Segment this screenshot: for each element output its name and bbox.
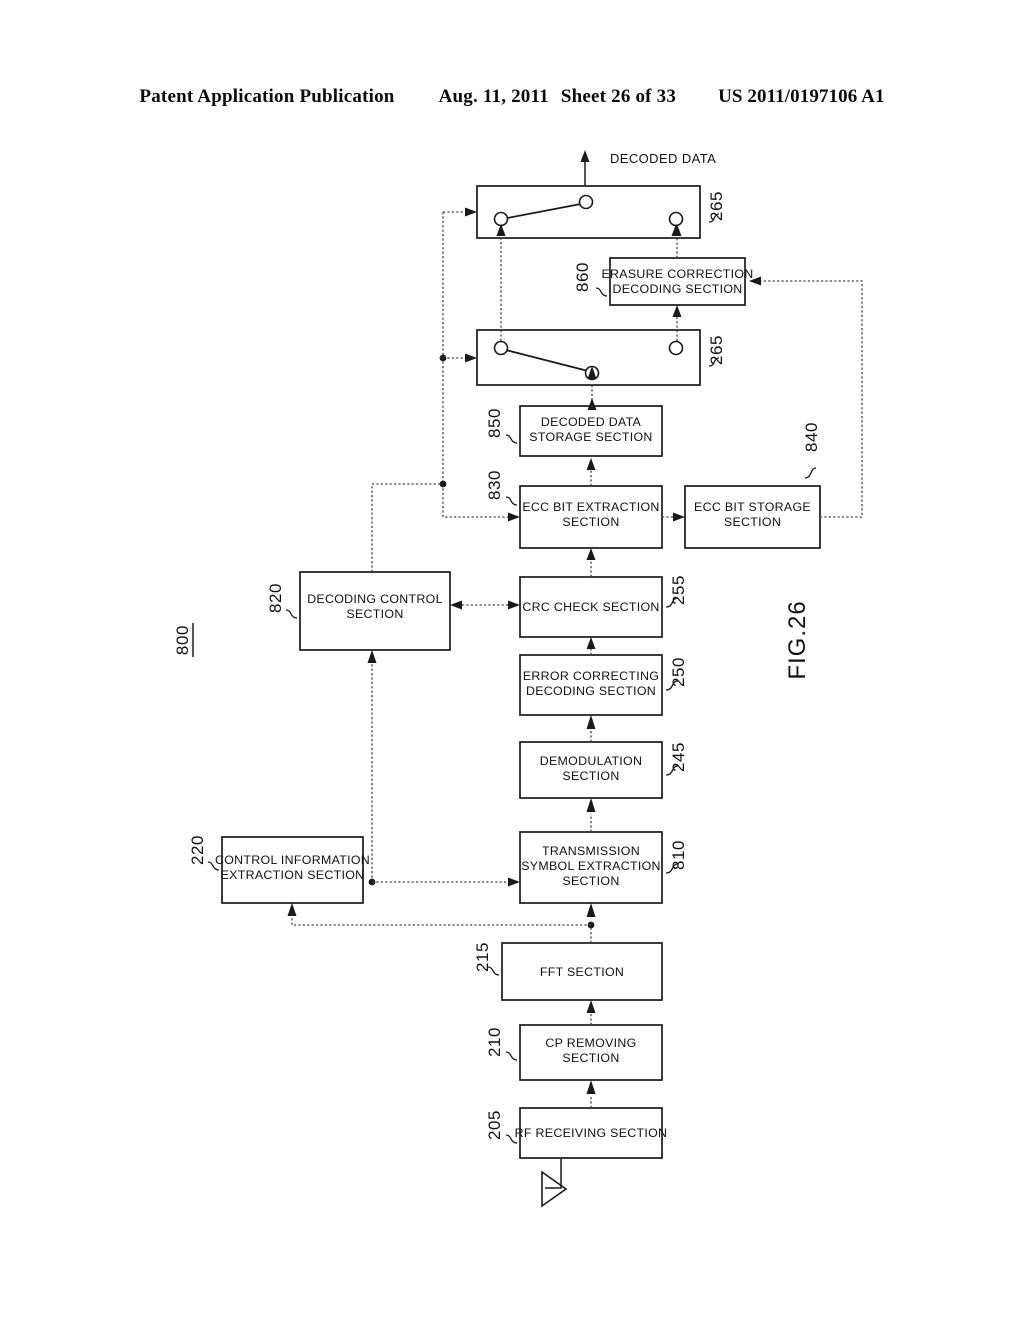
- svg-text:SECTION: SECTION: [346, 607, 403, 621]
- block-crc-check-section[interactable]: CRC CHECK SECTION: [519, 576, 663, 638]
- svg-text:SYMBOL EXTRACTION: SYMBOL EXTRACTION: [521, 859, 661, 873]
- control-crc-link: [450, 600, 520, 610]
- svg-text:SECTION: SECTION: [562, 1051, 619, 1065]
- switch-top-right-terminal[interactable]: [668, 211, 684, 227]
- ref-860: 860: [573, 262, 592, 292]
- svg-text:850: 850: [485, 408, 504, 438]
- svg-text:CRC CHECK SECTION: CRC CHECK SECTION: [522, 600, 659, 614]
- svg-text:220: 220: [188, 835, 207, 865]
- fft-output-bus: [287, 903, 596, 943]
- ref-830: 830: [485, 470, 504, 500]
- svg-text:FFT SECTION: FFT SECTION: [540, 965, 624, 979]
- svg-text:210: 210: [485, 1027, 504, 1057]
- svg-text:SECTION: SECTION: [562, 769, 619, 783]
- device-number-800: 800: [173, 623, 194, 657]
- svg-text:DECODING CONTROL: DECODING CONTROL: [307, 592, 443, 606]
- svg-text:ECC BIT EXTRACTION: ECC BIT EXTRACTION: [522, 500, 659, 514]
- block-cp-removing-section[interactable]: CP REMOVING SECTION: [519, 1024, 663, 1081]
- svg-text:265: 265: [707, 335, 726, 365]
- block-fft-section[interactable]: FFT SECTION: [501, 942, 663, 1001]
- svg-text:800: 800: [173, 625, 192, 655]
- block-error-correcting-decoding-section[interactable]: ERROR CORRECTING DECODING SECTION: [519, 654, 663, 716]
- ref-210: 210: [485, 1027, 504, 1057]
- svg-text:255: 255: [669, 575, 688, 605]
- svg-text:810: 810: [669, 840, 688, 870]
- svg-text:RF RECEIVING SECTION: RF RECEIVING SECTION: [515, 1126, 668, 1140]
- switch-top-pole-terminal[interactable]: [578, 194, 594, 210]
- ref-250: 250: [669, 657, 688, 687]
- block-demodulation-section[interactable]: DEMODULATION SECTION: [519, 741, 663, 799]
- svg-text:SECTION: SECTION: [724, 515, 781, 529]
- block-transmission-symbol-extraction-section[interactable]: TRANSMISSION SYMBOL EXTRACTION SECTION: [519, 831, 663, 904]
- svg-text:SECTION: SECTION: [562, 515, 619, 529]
- ref-850: 850: [485, 408, 504, 438]
- svg-text:ERASURE CORRECTION: ERASURE CORRECTION: [601, 267, 753, 281]
- ref-205: 205: [485, 1110, 504, 1140]
- decoded-data-output: DECODED DATA: [580, 150, 716, 186]
- ref-220: 220: [188, 835, 207, 865]
- svg-text:FIG.26: FIG.26: [784, 600, 811, 679]
- svg-text:EXTRACTION SECTION: EXTRACTION SECTION: [221, 868, 365, 882]
- figure-title: FIG.26: [784, 600, 811, 679]
- block-control-information-extraction-section[interactable]: CONTROL INFORMATION EXTRACTION SECTION: [215, 836, 370, 904]
- antenna-icon: [541, 1158, 568, 1208]
- ref-820: 820: [266, 583, 285, 613]
- ref-810: 810: [669, 840, 688, 870]
- svg-text:DEMODULATION: DEMODULATION: [540, 754, 643, 768]
- svg-text:830: 830: [485, 470, 504, 500]
- svg-text:CONTROL INFORMATION: CONTROL INFORMATION: [215, 853, 370, 867]
- svg-text:ERROR CORRECTING: ERROR CORRECTING: [523, 669, 659, 683]
- svg-text:DECODING SECTION: DECODING SECTION: [612, 282, 742, 296]
- switch-top[interactable]: [476, 185, 701, 239]
- svg-text:SECTION: SECTION: [562, 874, 619, 888]
- ref-840: 840: [802, 422, 821, 452]
- svg-text:DECODED DATA: DECODED DATA: [541, 415, 642, 429]
- block-decoding-control-section[interactable]: DECODING CONTROL SECTION: [299, 571, 451, 651]
- switch-bottom-left-terminal[interactable]: [493, 340, 509, 356]
- svg-text:840: 840: [802, 422, 821, 452]
- block-ecc-bit-extraction-section[interactable]: ECC BIT EXTRACTION SECTION: [519, 485, 663, 549]
- svg-text:245: 245: [669, 742, 688, 772]
- ref-245: 245: [669, 742, 688, 772]
- ref-265-top: 265: [707, 191, 726, 221]
- figure-canvas: 800 FIG.26 DECODED DATA 265 ERASURE CORR…: [173, 150, 863, 1208]
- switch-top-left-terminal[interactable]: [493, 211, 509, 227]
- junction-dot: [439, 354, 447, 362]
- svg-text:TRANSMISSION: TRANSMISSION: [542, 844, 640, 858]
- svg-text:820: 820: [266, 583, 285, 613]
- svg-text:STORAGE SECTION: STORAGE SECTION: [529, 430, 652, 444]
- patent-figure-page: Patent Application Publication Aug. 11, …: [0, 0, 1024, 1320]
- ref-255: 255: [669, 575, 688, 605]
- svg-text:CP REMOVING: CP REMOVING: [545, 1036, 636, 1050]
- switch-bottom-right-terminal[interactable]: [668, 340, 684, 356]
- svg-text:250: 250: [669, 657, 688, 687]
- block-rf-receiving-section[interactable]: RF RECEIVING SECTION: [515, 1107, 668, 1159]
- block-erasure-correction-decoding-section[interactable]: ERASURE CORRECTION DECODING SECTION: [601, 257, 753, 306]
- ref-265-bottom: 265: [707, 335, 726, 365]
- block-ecc-bit-storage-section[interactable]: ECC BIT STORAGE SECTION: [684, 485, 821, 549]
- switch-bottom[interactable]: [476, 329, 701, 386]
- decoded-data-label: DECODED DATA: [610, 151, 716, 166]
- svg-text:860: 860: [573, 262, 592, 292]
- svg-text:265: 265: [707, 191, 726, 221]
- svg-text:ECC BIT STORAGE: ECC BIT STORAGE: [694, 500, 811, 514]
- block-decoded-data-storage-section[interactable]: DECODED DATA STORAGE SECTION: [519, 405, 663, 457]
- svg-text:205: 205: [485, 1110, 504, 1140]
- svg-text:DECODING SECTION: DECODING SECTION: [526, 684, 656, 698]
